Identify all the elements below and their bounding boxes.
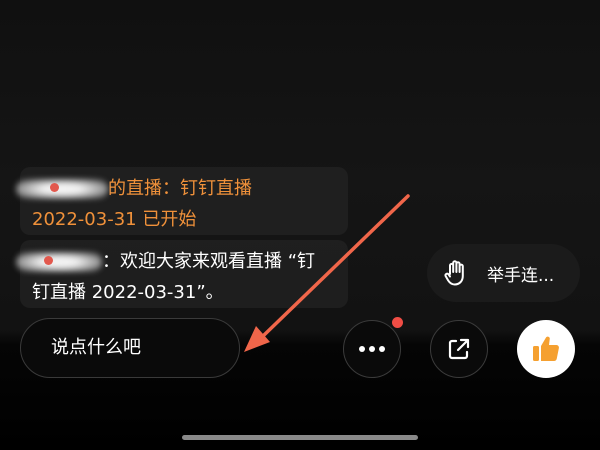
system-message-line-1: 的直播：钉钉直播 <box>16 173 336 204</box>
raise-hand-label: 举手连... <box>487 265 555 286</box>
avatar <box>44 255 53 265</box>
system-message-line-2: 2022-03-31 已开始 <box>32 209 197 230</box>
user-message-line-1: ：欢迎大家来观看直播 “钉 <box>16 246 336 277</box>
system-message-text: 的直播：钉钉直播 <box>108 178 252 199</box>
blurred-username <box>16 252 102 272</box>
raise-hand-icon <box>444 260 464 286</box>
more-button[interactable] <box>343 320 401 378</box>
share-button[interactable] <box>430 320 488 378</box>
like-button[interactable] <box>517 320 575 378</box>
ellipsis-icon <box>359 346 385 352</box>
home-indicator[interactable] <box>182 435 418 440</box>
avatar <box>50 182 59 192</box>
chat-system-message: 的直播：钉钉直播 2022-03-31 已开始 <box>16 167 348 235</box>
comment-input[interactable]: 说点什么吧 <box>20 318 240 378</box>
blurred-username <box>16 179 108 199</box>
thumbs-up-icon <box>533 336 559 362</box>
raise-hand-button[interactable]: 举手连... <box>427 244 580 302</box>
notification-dot <box>392 317 403 328</box>
share-icon <box>448 338 470 360</box>
user-message-line-2: 钉直播 2022-03-31”。 <box>32 282 224 303</box>
user-message-text: ：欢迎大家来观看直播 “钉 <box>102 251 316 272</box>
chat-user-message: ：欢迎大家来观看直播 “钉 钉直播 2022-03-31”。 <box>16 240 348 308</box>
live-stream-screen: 的直播：钉钉直播 2022-03-31 已开始 ：欢迎大家来观看直播 “钉 钉直… <box>0 0 600 450</box>
